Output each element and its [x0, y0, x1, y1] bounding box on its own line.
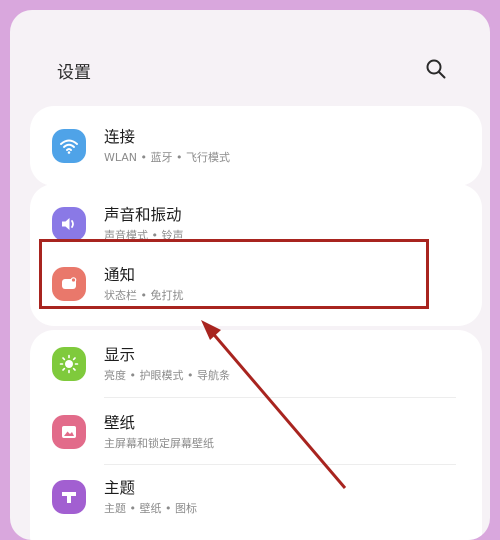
settings-item-subtitle: WLAN • 蓝牙 • 飞行模式 — [104, 151, 230, 164]
settings-item-subtitle: 主题 • 壁纸 • 图标 — [104, 502, 197, 515]
settings-item-themes[interactable]: 主题 主题 • 壁纸 • 图标 — [30, 465, 482, 529]
search-icon — [426, 59, 446, 79]
settings-item-label: 主题 — [104, 479, 136, 497]
display-icon — [52, 347, 86, 381]
divider — [104, 397, 456, 398]
wallpaper-icon — [52, 415, 86, 449]
wifi-icon — [52, 129, 86, 163]
settings-item-label: 连接 — [104, 128, 136, 146]
settings-item-label: 壁纸 — [104, 414, 136, 432]
highlight-box — [39, 239, 429, 309]
page-title: 设置 — [57, 63, 91, 83]
settings-item-display[interactable]: 显示 亮度 • 护眼模式 • 导航条 — [30, 332, 482, 396]
theme-icon — [52, 480, 86, 514]
settings-item-label: 声音和振动 — [104, 206, 182, 224]
search-button[interactable] — [424, 57, 448, 81]
settings-item-label: 显示 — [104, 346, 136, 364]
settings-group-display: 显示 亮度 • 护眼模式 • 导航条 壁纸 主屏幕和锁定屏幕壁纸 主题 主题 •… — [30, 330, 482, 540]
settings-item-subtitle: 亮度 • 护眼模式 • 导航条 — [104, 369, 230, 382]
settings-item-connections[interactable]: 连接 WLAN • 蓝牙 • 飞行模式 — [30, 114, 482, 178]
settings-item-wallpaper[interactable]: 壁纸 主屏幕和锁定屏幕壁纸 — [30, 400, 482, 464]
settings-group-connections: 连接 WLAN • 蓝牙 • 飞行模式 — [30, 106, 482, 186]
settings-item-subtitle: 主屏幕和锁定屏幕壁纸 — [104, 437, 214, 450]
volume-icon — [52, 207, 86, 241]
